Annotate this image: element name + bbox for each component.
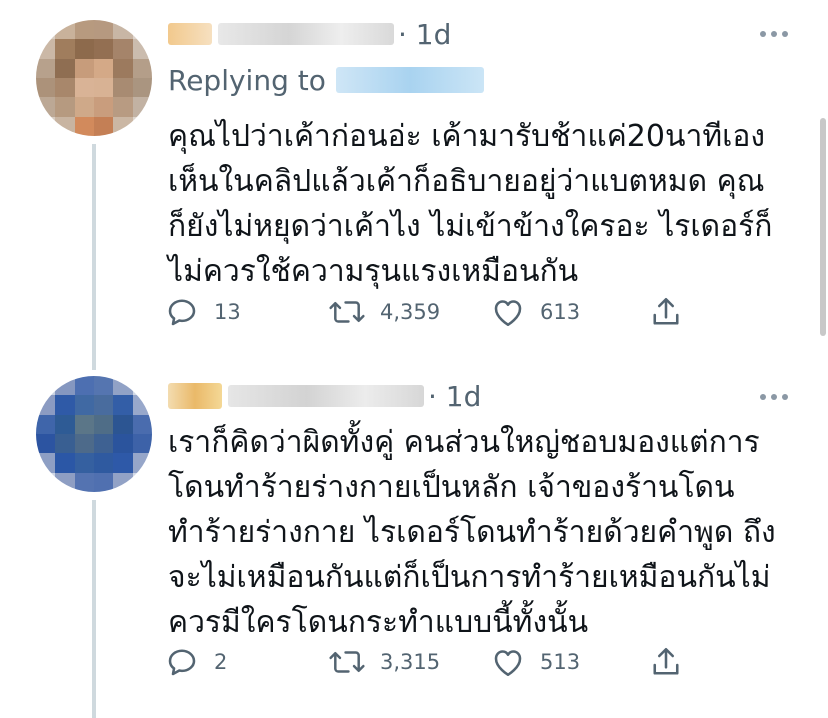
retweet-icon: [329, 651, 365, 673]
display-name-blurred[interactable]: [168, 23, 212, 45]
like-count: 513: [540, 650, 581, 674]
replying-to-handle-blurred[interactable]: [335, 67, 484, 93]
avatar[interactable]: [36, 376, 152, 492]
tweet-actions: 2 3,315 513: [164, 642, 724, 682]
reply-icon: [168, 649, 196, 676]
reply-count: 13: [214, 300, 241, 324]
replying-to-label: Replying to: [168, 63, 326, 97]
like-button[interactable]: 613: [490, 292, 580, 332]
like-button[interactable]: 513: [490, 642, 580, 682]
share-button[interactable]: [648, 292, 684, 332]
tweet-timestamp[interactable]: · 1d: [398, 18, 451, 51]
like-icon: [494, 650, 522, 677]
more-icon[interactable]: [760, 394, 788, 400]
more-icon[interactable]: [760, 31, 788, 37]
like-icon: [494, 300, 522, 327]
username-blurred[interactable]: [228, 385, 424, 407]
thread-line: [92, 144, 96, 370]
reply-button[interactable]: 13: [164, 292, 241, 332]
reply-icon: [168, 299, 196, 326]
scrollbar[interactable]: [820, 118, 826, 336]
reply-count: 2: [214, 650, 228, 674]
share-icon: [653, 297, 679, 325]
retweet-icon: [329, 301, 365, 323]
share-icon: [653, 647, 679, 675]
display-name-blurred[interactable]: [168, 383, 222, 409]
thread-line: [92, 500, 96, 718]
tweet-actions: 13 4,359 613: [164, 292, 724, 332]
retweet-count: 3,315: [380, 650, 441, 674]
tweet-text: เราก็คิดว่าผิดทั้งคู่ คนส่วนใหญ่ชอบมองแต…: [168, 425, 776, 640]
share-button[interactable]: [648, 642, 684, 682]
tweet-timestamp[interactable]: · 1d: [428, 380, 481, 413]
like-count: 613: [540, 300, 581, 324]
tweet-text: คุณไปว่าเค้าก่อนอ่ะ เค้ามารับช้าแค่20นาท…: [168, 119, 773, 289]
reply-button[interactable]: 2: [164, 642, 227, 682]
username-blurred[interactable]: [218, 23, 394, 45]
tweet-header: · 1d: [168, 12, 451, 56]
retweet-button[interactable]: 3,315: [328, 642, 440, 682]
avatar[interactable]: [36, 20, 152, 136]
replying-to: Replying to: [168, 60, 484, 100]
tweet-header: · 1d: [168, 374, 481, 418]
retweet-count: 4,359: [380, 300, 441, 324]
retweet-button[interactable]: 4,359: [328, 292, 440, 332]
